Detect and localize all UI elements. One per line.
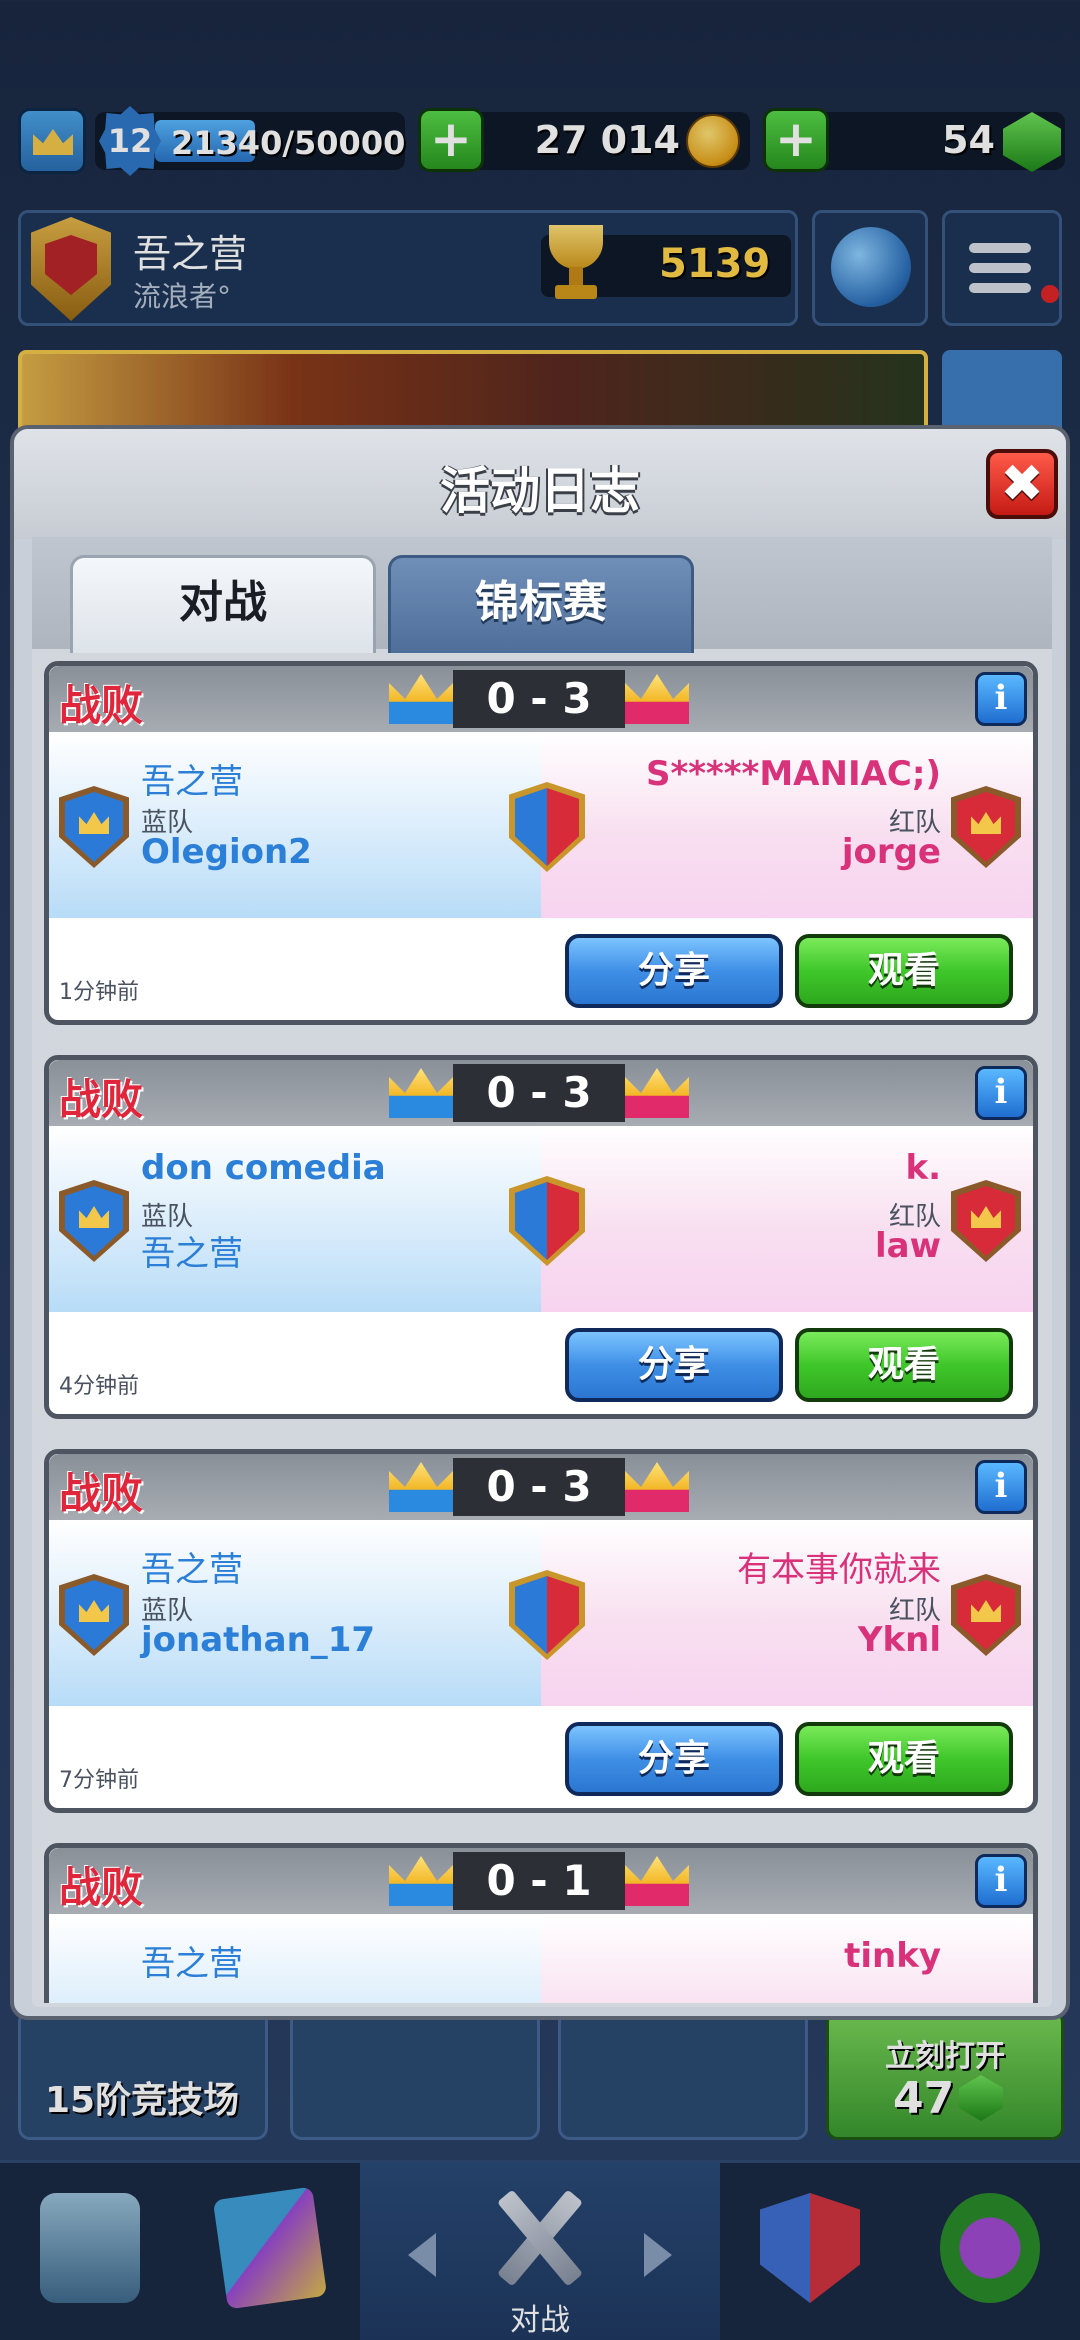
score: 0 - 3 (453, 1064, 625, 1122)
blue-teammate-name[interactable]: 吾之营 (141, 1226, 243, 1275)
scoreboard: 0 - 3 (389, 1458, 689, 1516)
scoreboard: 0 - 1 (389, 1852, 689, 1910)
battle-card-header: 战败 0 - 3 i (49, 1060, 1033, 1126)
score: 0 - 1 (453, 1852, 625, 1910)
battle-card-header: 战败 0 - 1 i (49, 1848, 1033, 1914)
modal-panel: 对战 锦标赛 战败 0 - 3 i 吾之营 蓝队 Olegion2 S*****… (32, 537, 1052, 2007)
red-team: 有本事你就来 红队 Yknl (541, 1520, 1033, 1706)
battle-list[interactable]: 战败 0 - 3 i 吾之营 蓝队 Olegion2 S*****MANIAC;… (32, 649, 1052, 2003)
red-team: k. 红队 law (541, 1126, 1033, 1312)
teams-row: don comedia 蓝队 吾之营 k. 红队 law (49, 1126, 1033, 1312)
score: 0 - 3 (453, 1458, 625, 1516)
score: 0 - 3 (453, 670, 625, 728)
red-shield-icon (951, 786, 1021, 868)
close-icon: ✖ (1000, 454, 1044, 514)
blue-player-name[interactable]: 吾之营 (141, 754, 243, 803)
result-label: 战败 (59, 1863, 144, 1912)
blue-player-name[interactable]: 吾之营 (141, 1936, 243, 1985)
result-label: 战败 (59, 1469, 144, 1518)
blue-team: 吾之营 (49, 1914, 541, 2003)
blue-teammate-name[interactable]: Olegion2 (141, 832, 312, 872)
blue-crown-icon (389, 674, 453, 724)
red-teammate-name[interactable]: jorge (842, 832, 941, 872)
blue-crown-icon (389, 1462, 453, 1512)
blue-crown-icon (389, 1068, 453, 1118)
info-button[interactable]: i (975, 1066, 1027, 1120)
share-button[interactable]: 分享 (565, 1328, 783, 1402)
blue-team: 吾之营 蓝队 jonathan_17 (49, 1520, 541, 1706)
red-crown-icon (625, 674, 689, 724)
blue-shield-icon (59, 1180, 129, 1262)
battle-card: 战败 0 - 3 i don comedia 蓝队 吾之营 k. 红队 law … (44, 1055, 1038, 1419)
scoreboard: 0 - 3 (389, 1064, 689, 1122)
red-player-name[interactable]: S*****MANIAC;) (646, 754, 941, 794)
blue-player-name[interactable]: 吾之营 (141, 1542, 243, 1591)
watch-button[interactable]: 观看 (795, 934, 1013, 1008)
tab-bar: 对战 锦标赛 (32, 537, 1052, 653)
scoreboard: 0 - 3 (389, 670, 689, 728)
red-teammate-name[interactable]: law (875, 1226, 941, 1266)
red-team: S*****MANIAC;) 红队 jorge (541, 732, 1033, 918)
result-label: 战败 (59, 681, 144, 730)
battle-time: 4分钟前 (59, 1374, 139, 1399)
red-player-name[interactable]: tinky (844, 1936, 941, 1976)
share-button[interactable]: 分享 (565, 934, 783, 1008)
blue-teammate-name[interactable]: jonathan_17 (141, 1620, 375, 1660)
blue-shield-icon (59, 786, 129, 868)
battle-time: 1分钟前 (59, 980, 139, 1005)
red-team: tinky (541, 1914, 1033, 2003)
battle-card-header: 战败 0 - 3 i (49, 1454, 1033, 1520)
close-button[interactable]: ✖ (986, 449, 1058, 519)
teams-row: 吾之营 tinky (49, 1914, 1033, 2003)
red-player-name[interactable]: 有本事你就来 (737, 1542, 941, 1591)
share-button[interactable]: 分享 (565, 1722, 783, 1796)
battle-card: 战败 0 - 3 i 吾之营 蓝队 Olegion2 S*****MANIAC;… (44, 661, 1038, 1025)
red-crown-icon (625, 1462, 689, 1512)
info-button[interactable]: i (975, 1460, 1027, 1514)
battle-card: 战败 0 - 3 i 吾之营 蓝队 jonathan_17 有本事你就来 红队 … (44, 1449, 1038, 1813)
info-button[interactable]: i (975, 672, 1027, 726)
blue-crown-icon (389, 1856, 453, 1906)
result-label: 战败 (59, 1075, 144, 1124)
info-button[interactable]: i (975, 1854, 1027, 1908)
watch-button[interactable]: 观看 (795, 1328, 1013, 1402)
blue-player-name[interactable]: don comedia (141, 1148, 386, 1188)
red-shield-icon (951, 1180, 1021, 1262)
teams-row: 吾之营 蓝队 Olegion2 S*****MANIAC;) 红队 jorge (49, 732, 1033, 918)
watch-button[interactable]: 观看 (795, 1722, 1013, 1796)
battle-log-modal: 活动日志 ✖ 对战 锦标赛 战败 0 - 3 i 吾之营 蓝队 Olegion2… (10, 425, 1070, 2020)
battle-time: 7分钟前 (59, 1768, 139, 1793)
battle-card: 战败 0 - 1 i 吾之营 tinky (44, 1843, 1038, 2003)
red-player-name[interactable]: k. (905, 1148, 941, 1188)
tab-tournament[interactable]: 锦标赛 (388, 555, 694, 653)
modal-title: 活动日志 (440, 462, 640, 520)
red-teammate-name[interactable]: Yknl (858, 1620, 941, 1660)
blue-team: don comedia 蓝队 吾之营 (49, 1126, 541, 1312)
modal-header: 活动日志 ✖ (14, 429, 1066, 539)
teams-row: 吾之营 蓝队 jonathan_17 有本事你就来 红队 Yknl (49, 1520, 1033, 1706)
blue-shield-icon (59, 1574, 129, 1656)
battle-card-header: 战败 0 - 3 i (49, 666, 1033, 732)
red-crown-icon (625, 1068, 689, 1118)
tab-battle[interactable]: 对战 (70, 555, 376, 653)
red-shield-icon (951, 1574, 1021, 1656)
red-crown-icon (625, 1856, 689, 1906)
blue-team: 吾之营 蓝队 Olegion2 (49, 732, 541, 918)
